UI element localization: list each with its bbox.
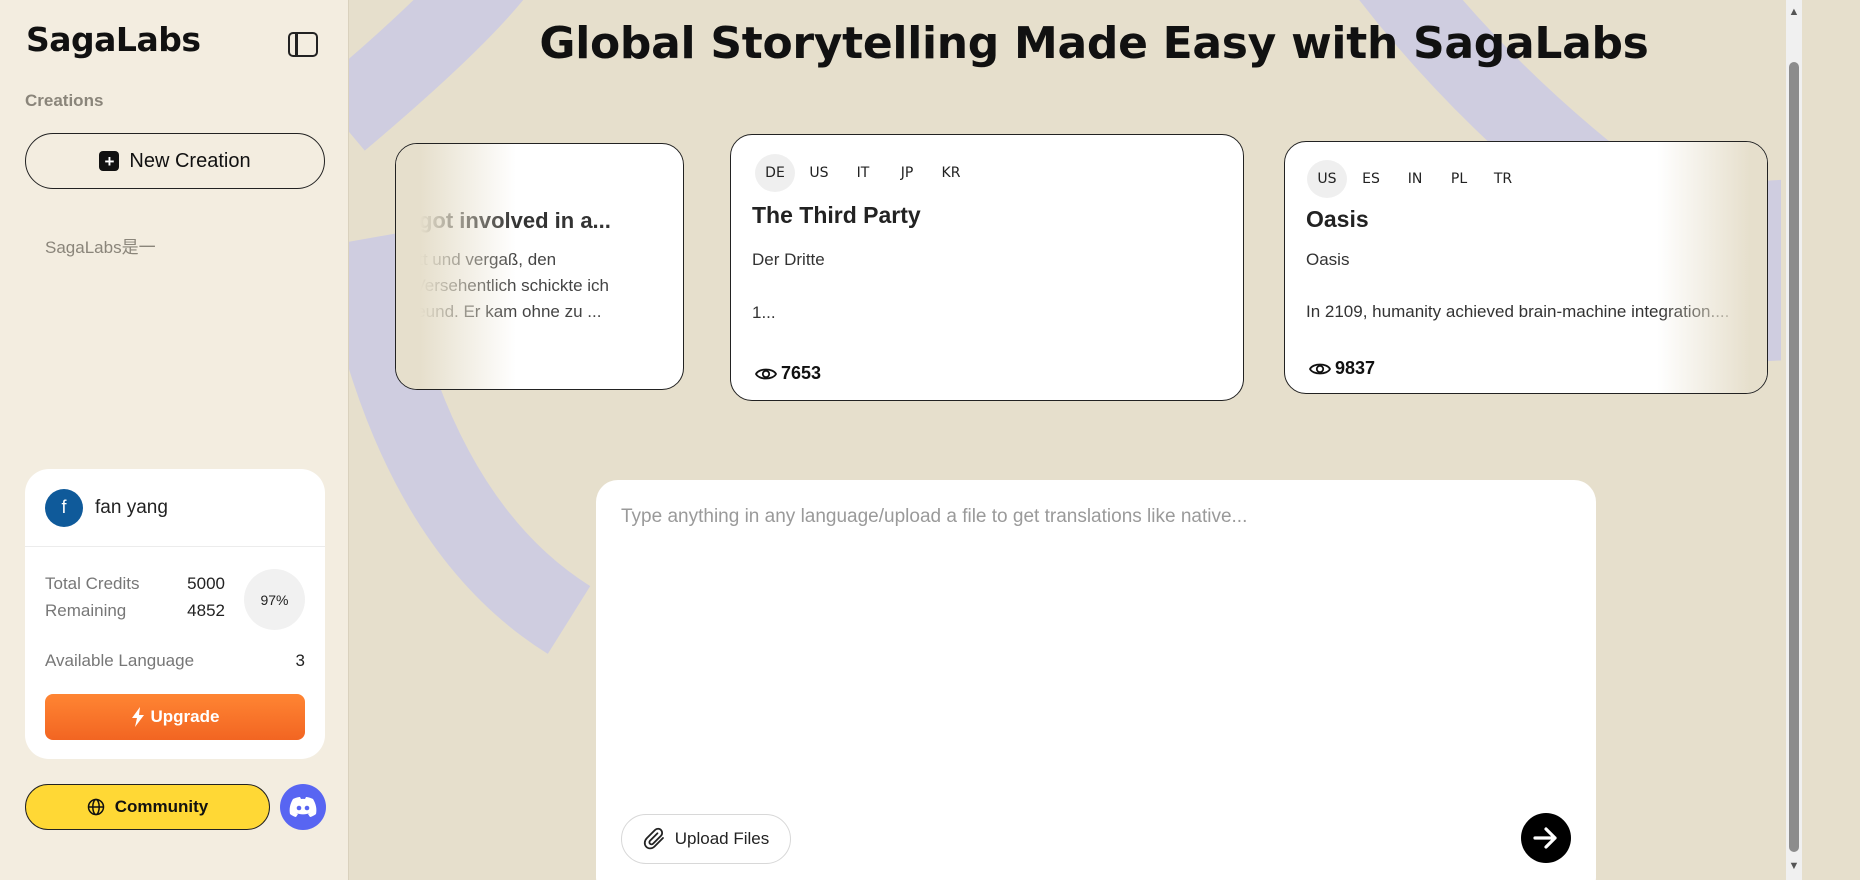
language-tabs: DE US IT JP KR xyxy=(755,154,971,192)
story-card[interactable]: DE US IT JP KR The Third Party Der Dritt… xyxy=(730,134,1244,401)
prompt-panel: Upload Files xyxy=(596,480,1596,880)
user-name: fan yang xyxy=(95,496,168,518)
scrollbar[interactable]: ▲ ▼ xyxy=(1786,0,1802,880)
logo[interactable]: SagaLabs xyxy=(26,20,201,59)
lang-tab[interactable]: IT xyxy=(843,154,883,192)
lang-tab[interactable]: DE xyxy=(755,154,795,192)
view-count: 7653 xyxy=(755,363,821,384)
user-row[interactable]: f fan yang xyxy=(25,469,325,547)
sidebar-toggle-icon[interactable] xyxy=(288,32,318,57)
total-credits-label: Total Credits xyxy=(45,573,140,593)
credits-percent: 97% xyxy=(244,569,305,630)
plus-icon: + xyxy=(99,151,120,171)
card-body: 1... xyxy=(752,303,776,322)
story-card[interactable]: nd got involved in a... elbett und verga… xyxy=(395,143,684,390)
send-button[interactable] xyxy=(1521,813,1571,863)
eye-icon xyxy=(755,368,777,379)
view-count-value: 7653 xyxy=(781,363,822,383)
history-item[interactable]: SagaLabs是一 xyxy=(45,233,156,258)
lang-tab[interactable]: JP xyxy=(887,154,927,192)
discord-button[interactable] xyxy=(280,784,326,830)
card-title: nd got involved in a... xyxy=(395,208,611,233)
lang-tab[interactable]: PL xyxy=(1439,160,1479,198)
card-subtitle: Der Dritte xyxy=(752,250,825,269)
scroll-up-icon[interactable]: ▲ xyxy=(1788,6,1800,18)
remaining-label: Remaining xyxy=(45,600,127,620)
available-language-label: Available Language xyxy=(45,651,195,670)
lang-tab[interactable]: ES xyxy=(1351,160,1391,198)
remaining-value: 4852 xyxy=(187,600,225,620)
lang-tab[interactable]: US xyxy=(1307,160,1347,198)
new-creation-label: New Creation xyxy=(129,149,251,172)
view-count-value: 9837 xyxy=(1335,358,1376,378)
community-button[interactable]: Community xyxy=(25,784,270,830)
card-body-line: x-Freund. Er kam ohne zu ... xyxy=(395,302,602,321)
community-label: Community xyxy=(114,797,209,816)
story-card[interactable]: US ES IN PL TR Oasis Oasis In 2109, huma… xyxy=(1284,141,1768,394)
view-count: 9837 xyxy=(1309,358,1375,379)
card-body-line: elbett und vergaß, den xyxy=(395,250,557,269)
language-tabs: US ES IN PL TR xyxy=(1307,160,1523,198)
globe-icon xyxy=(87,798,104,816)
section-label: Creations xyxy=(25,91,104,110)
sidebar: SagaLabs Creations + New Creation SagaLa… xyxy=(0,0,349,880)
lightning-icon xyxy=(131,707,144,727)
lang-tab[interactable]: TR xyxy=(1483,160,1523,198)
right-margin xyxy=(1802,0,1860,880)
prompt-input[interactable] xyxy=(621,506,1561,528)
page-title: Global Storytelling Made Easy with SagaL… xyxy=(539,18,1649,69)
available-language: Available Language 3 xyxy=(45,651,305,671)
lang-tab[interactable]: KR xyxy=(931,154,971,192)
user-card: f fan yang Total Credits 5000 Remaining … xyxy=(25,469,325,759)
lang-tab[interactable]: IN xyxy=(1395,160,1435,198)
discord-icon xyxy=(289,797,317,817)
new-creation-button[interactable]: + New Creation xyxy=(25,133,325,189)
scroll-thumb[interactable] xyxy=(1789,62,1799,852)
card-title: Oasis xyxy=(1306,206,1369,232)
available-language-value: 3 xyxy=(295,651,305,670)
card-subtitle: Oasis xyxy=(1306,250,1350,269)
arrow-right-icon xyxy=(1533,827,1557,849)
avatar: f xyxy=(45,488,83,527)
lang-tab[interactable]: US xyxy=(799,154,839,192)
scroll-down-icon[interactable]: ▼ xyxy=(1788,860,1800,872)
upgrade-label: Upgrade xyxy=(150,707,220,726)
card-body: In 2109, humanity achieved brain-machine… xyxy=(1306,302,1730,321)
upgrade-button[interactable]: Upgrade xyxy=(45,694,305,740)
eye-icon xyxy=(1309,363,1331,374)
upload-files-button[interactable]: Upload Files xyxy=(621,814,791,864)
total-credits-value: 5000 xyxy=(187,573,225,593)
upload-files-label: Upload Files xyxy=(674,829,770,848)
card-title: The Third Party xyxy=(752,202,921,228)
paperclip-icon xyxy=(643,827,664,850)
card-body-line: en. Versehentlich schickte ich xyxy=(395,276,610,295)
